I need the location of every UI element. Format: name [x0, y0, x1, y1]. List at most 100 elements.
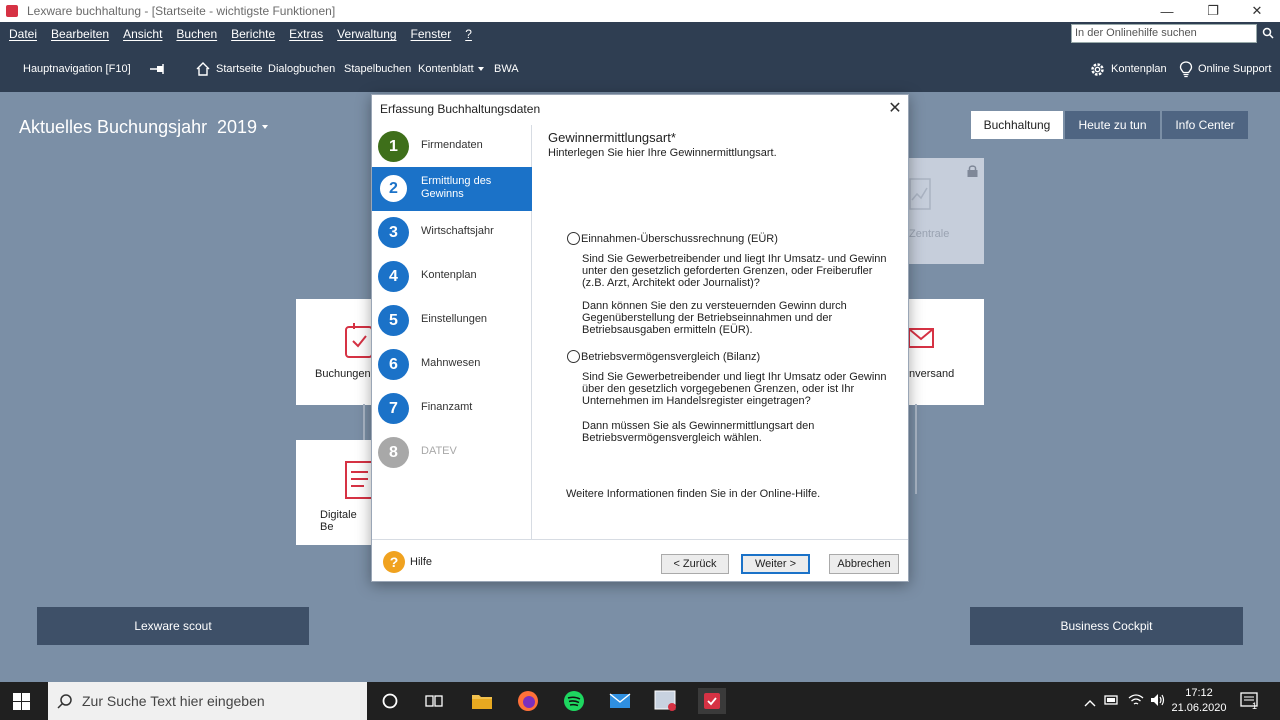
tab-info-center[interactable]: Info Center — [1162, 111, 1248, 139]
help-label[interactable]: Hilfe — [410, 556, 432, 568]
tile-digitale-belege[interactable]: Digitale Be — [296, 440, 372, 545]
option-euer-label[interactable]: Einnahmen-Überschussrechnung (EÜR) — [581, 233, 778, 245]
nav-stapelbuchen-label: Stapelbuchen — [344, 63, 412, 75]
nav-kontenblatt-label: Kontenblatt — [418, 63, 474, 75]
back-button[interactable]: < Zurück — [661, 554, 729, 574]
step-finanzamt[interactable]: 7 Finanzamt — [372, 387, 532, 431]
tile-border — [363, 404, 371, 440]
online-help-search-input[interactable]: In der Onlinehilfe suchen — [1071, 24, 1257, 43]
step-label: Finanzamt — [421, 401, 473, 413]
clock-time: 17:12 — [1185, 687, 1213, 699]
minimize-button[interactable]: — — [1144, 0, 1190, 22]
nav-startseite-label: Startseite — [216, 63, 263, 75]
step-datev: 8 DATEV — [372, 431, 532, 475]
help-icon[interactable]: ? — [383, 551, 405, 573]
navigation-bar: Hauptnavigation [F10] Startseite Dialogb… — [0, 46, 1280, 92]
tile-zentrale-label: Zentrale — [909, 228, 950, 240]
step-einstellungen[interactable]: 5 Einstellungen — [372, 299, 532, 343]
cortana-icon[interactable] — [377, 688, 403, 714]
step-label: Ermittlung des Gewinns — [421, 175, 492, 200]
chevron-down-icon[interactable] — [262, 125, 268, 129]
nav-stapelbuchen[interactable]: Stapelbuchen — [344, 46, 411, 92]
volume-icon[interactable] — [1150, 693, 1166, 710]
search-icon[interactable] — [1262, 27, 1274, 39]
nav-startseite[interactable]: Startseite — [195, 46, 262, 92]
wifi-icon[interactable] — [1128, 693, 1144, 710]
taskbar: Zur Suche Text hier eingeben 1 — [0, 682, 1280, 720]
home-icon — [196, 62, 210, 76]
nav-dialogbuchen[interactable]: Dialogbuchen — [268, 46, 335, 92]
dialog-title: Erfassung Buchhaltungsdaten — [380, 102, 541, 116]
dialog-footer: ? Hilfe < Zurück Weiter > Abbrechen — [372, 539, 908, 581]
close-window-button[interactable]: ✕ — [1234, 0, 1280, 22]
taskbar-search-input[interactable]: Zur Suche Text hier eingeben — [48, 682, 367, 720]
mail-icon[interactable] — [607, 688, 633, 714]
windows-start-icon[interactable] — [13, 693, 30, 713]
tile-digitale-label: Digitale Be — [320, 509, 357, 533]
lexware-scout-button[interactable]: Lexware scout — [37, 607, 309, 645]
fiscal-year-select[interactable]: 2019 — [217, 117, 257, 138]
restore-button[interactable]: ❐ — [1190, 0, 1236, 22]
option-bilanz-description: Sind Sie Gewerbetreibender und liegt Ihr… — [582, 371, 887, 407]
tile-zentrale[interactable]: Zentrale — [909, 158, 984, 264]
step-label: Firmendaten — [421, 139, 483, 151]
step-label: Kontenplan — [421, 269, 477, 281]
menu-buchen[interactable]: Buchen — [176, 27, 217, 41]
window-title: Lexware buchhaltung - [Startseite - wich… — [27, 4, 336, 18]
task-view-icon[interactable] — [421, 688, 447, 714]
tile-buchungen[interactable]: Buchungen — [296, 299, 372, 405]
step-number: 2 — [378, 173, 409, 204]
main-navigation-button[interactable]: Hauptnavigation [F10] — [23, 46, 131, 92]
step-number: 4 — [378, 261, 409, 292]
step-label: Einstellungen — [421, 313, 488, 325]
firefox-icon[interactable] — [515, 688, 541, 714]
file-explorer-icon[interactable] — [469, 688, 495, 714]
step-mahnwesen[interactable]: 6 Mahnwesen — [372, 343, 532, 387]
nav-kontenblatt[interactable]: Kontenblatt — [418, 46, 484, 92]
nav-dialogbuchen-label: Dialogbuchen — [268, 63, 336, 75]
next-button[interactable]: Weiter > — [741, 554, 810, 574]
step-kontenplan[interactable]: 4 Kontenplan — [372, 255, 532, 299]
nav-online-support[interactable]: Online Support — [1179, 46, 1271, 92]
lightbulb-icon — [1179, 60, 1193, 77]
close-icon[interactable]: ✕ — [884, 98, 906, 118]
nav-kontenplan[interactable]: Kontenplan — [1089, 46, 1167, 92]
radio-euer[interactable] — [567, 232, 580, 245]
app-window-icon[interactable] — [653, 688, 679, 714]
fiscal-year-label: Aktuelles Buchungsjahr — [19, 117, 208, 137]
menu-ansicht[interactable]: Ansicht — [123, 27, 162, 41]
menu-verwaltung[interactable]: Verwaltung — [337, 27, 396, 41]
tile-versand[interactable]: nversand — [909, 299, 984, 405]
menu-datei[interactable]: Datei — [9, 27, 37, 41]
step-number: 5 — [378, 305, 409, 336]
step-firmendaten[interactable]: 1 Firmendaten — [372, 125, 532, 169]
option-bilanz-label[interactable]: Betriebsvermögensvergleich (Bilanz) — [581, 351, 760, 363]
notification-count: 1 — [1252, 701, 1258, 711]
radio-bilanz[interactable] — [567, 350, 580, 363]
step-number: 1 — [378, 131, 409, 162]
nav-bwa[interactable]: BWA — [494, 46, 519, 92]
taskbar-clock[interactable]: 17:12 21.06.2020 — [1168, 686, 1230, 716]
step-wirtschaftsjahr[interactable]: 3 Wirtschaftsjahr — [372, 211, 532, 255]
nav-bwa-label: BWA — [494, 63, 519, 75]
cancel-button[interactable]: Abbrechen — [829, 554, 899, 574]
menu-berichte[interactable]: Berichte — [231, 27, 275, 41]
menu-extras[interactable]: Extras — [289, 27, 323, 41]
step-label: Mahnwesen — [421, 357, 481, 369]
lexware-taskbar-icon[interactable] — [698, 688, 726, 714]
step-ermittlung-des-gewinns[interactable]: 2 Ermittlung des Gewinns — [372, 167, 532, 211]
more-info-text: Weitere Informationen finden Sie in der … — [566, 488, 821, 500]
pin-icon[interactable] — [150, 46, 171, 92]
battery-icon[interactable] — [1104, 694, 1120, 709]
step-number: 3 — [378, 217, 409, 248]
tab-heute-zu-tun[interactable]: Heute zu tun — [1065, 111, 1160, 139]
menu-bearbeiten[interactable]: Bearbeiten — [51, 27, 109, 41]
menu-fenster[interactable]: Fenster — [411, 27, 452, 41]
tab-buchhaltung[interactable]: Buchhaltung — [971, 111, 1063, 139]
tile-border — [909, 404, 917, 494]
menu-help[interactable]: ? — [465, 27, 472, 41]
erfassung-dialog: Erfassung Buchhaltungsdaten ✕ 1 Firmenda… — [371, 94, 909, 582]
spotify-icon[interactable] — [561, 688, 587, 714]
business-cockpit-button[interactable]: Business Cockpit — [970, 607, 1243, 645]
chevron-up-icon[interactable] — [1084, 696, 1096, 710]
